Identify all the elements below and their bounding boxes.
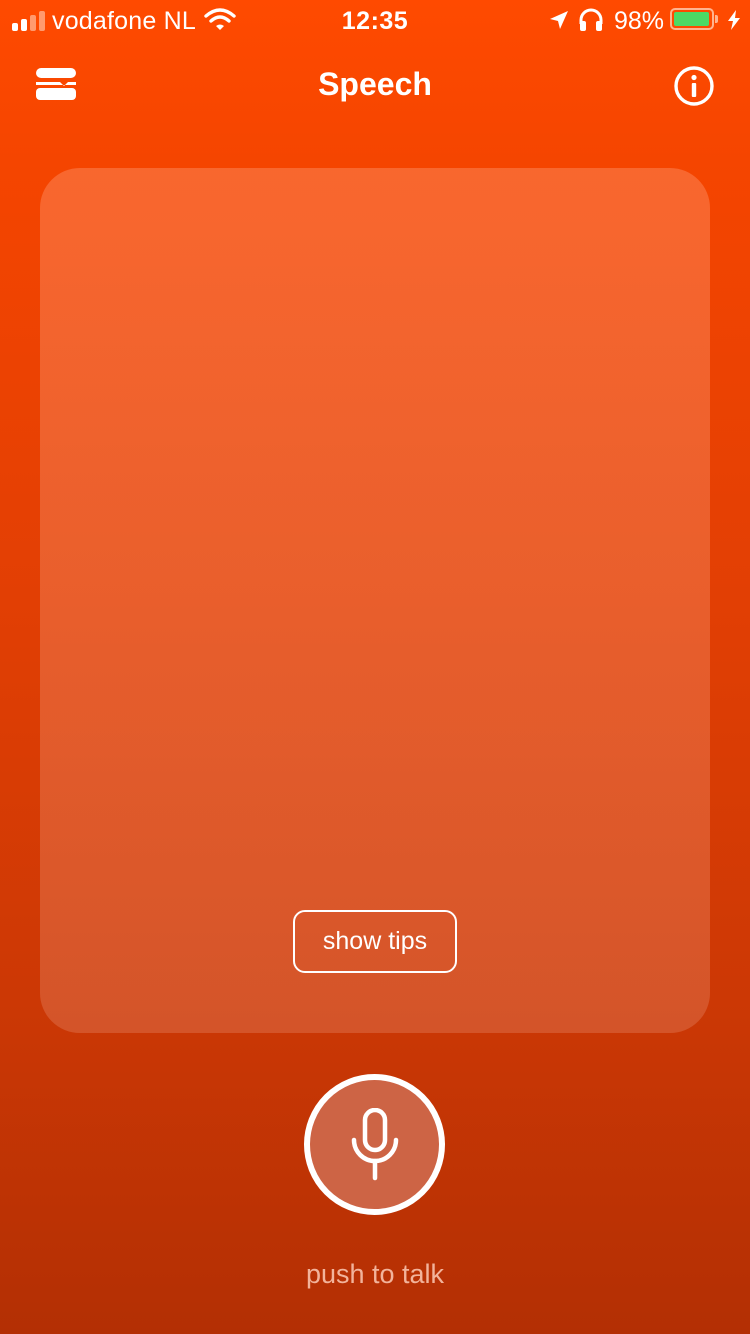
battery-fill <box>674 12 709 26</box>
transcript-panel: show tips <box>40 168 710 1033</box>
status-bar: vodafone NL 12:35 98% <box>0 0 750 40</box>
show-tips-button[interactable]: show tips <box>293 910 457 973</box>
charging-bolt-icon <box>728 10 740 30</box>
push-to-talk-button[interactable] <box>304 1074 445 1215</box>
headphones-icon <box>579 8 603 31</box>
battery-percent: 98% <box>614 7 665 35</box>
location-arrow-icon <box>550 11 568 29</box>
battery-icon <box>670 8 718 30</box>
info-icon[interactable] <box>672 64 716 108</box>
page-title: Speech <box>318 66 432 102</box>
push-to-talk-label: push to talk <box>305 1259 445 1289</box>
microphone-icon <box>351 1108 399 1181</box>
